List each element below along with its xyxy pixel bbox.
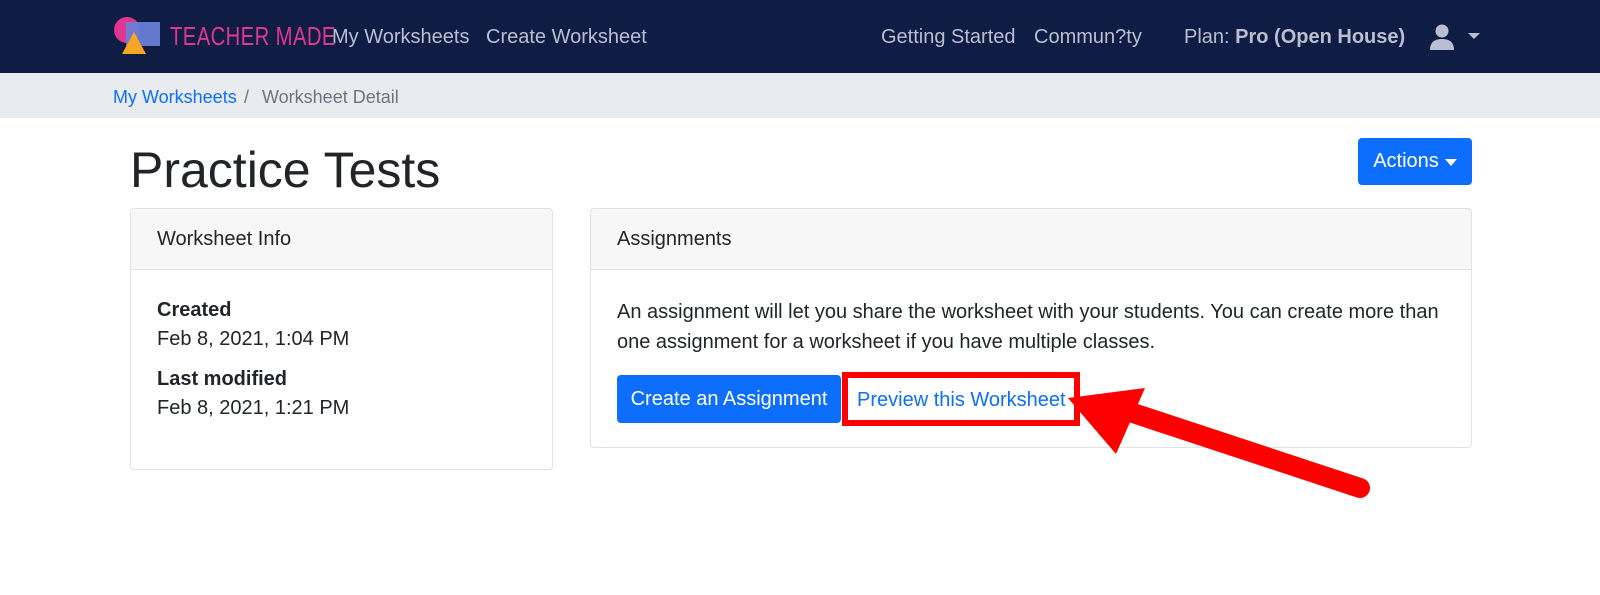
nav-create-worksheet[interactable]: Create Worksheet (486, 24, 647, 50)
last-modified-label: Last modified (157, 368, 288, 390)
page-title: Practice Tests (130, 142, 441, 198)
user-menu-dropdown[interactable] (1428, 22, 1484, 52)
breadcrumb-current: Worksheet Detail (262, 87, 399, 107)
actions-button[interactable]: Actions (1358, 138, 1472, 185)
caret-down-icon (1444, 159, 1457, 166)
breadcrumb-my-worksheets[interactable]: My Worksheets (113, 86, 237, 108)
plan-label: Plan: (1184, 26, 1230, 48)
last-modified-value: Feb 8, 2021, 1:21 PM (157, 397, 350, 419)
worksheet-info-card: Worksheet Info Created Feb 8, 2021, 1:04… (130, 208, 553, 470)
plan-value: Pro (Open House) (1235, 26, 1406, 48)
breadcrumb-separator: / (244, 87, 250, 107)
annotation-highlight-box (842, 372, 1080, 426)
nav-plan[interactable]: Plan: Pro (Open House) (1184, 24, 1405, 50)
created-label: Created (157, 299, 232, 321)
nav-community[interactable]: Commun?ty (1034, 24, 1142, 50)
assignments-description: An assignment will let you share the wor… (617, 301, 1439, 353)
top-navbar: TEACHER MADE My Worksheets Create Worksh… (0, 0, 1600, 73)
logo-icon (112, 16, 164, 56)
annotation-arrow-icon (1068, 388, 1370, 498)
created-value: Feb 8, 2021, 1:04 PM (157, 328, 350, 350)
assignments-header: Assignments (591, 209, 1471, 270)
nav-getting-started[interactable]: Getting Started (881, 24, 1016, 50)
nav-my-worksheets[interactable]: My Worksheets (332, 24, 469, 50)
logo-text: TEACHER MADE (170, 20, 336, 51)
create-assignment-button[interactable]: Create an Assignment (617, 375, 841, 423)
actions-label: Actions (1373, 150, 1439, 172)
breadcrumb: My Worksheets / Worksheet Detail (0, 73, 1600, 118)
user-icon (1430, 24, 1480, 50)
worksheet-info-header: Worksheet Info (131, 209, 552, 270)
